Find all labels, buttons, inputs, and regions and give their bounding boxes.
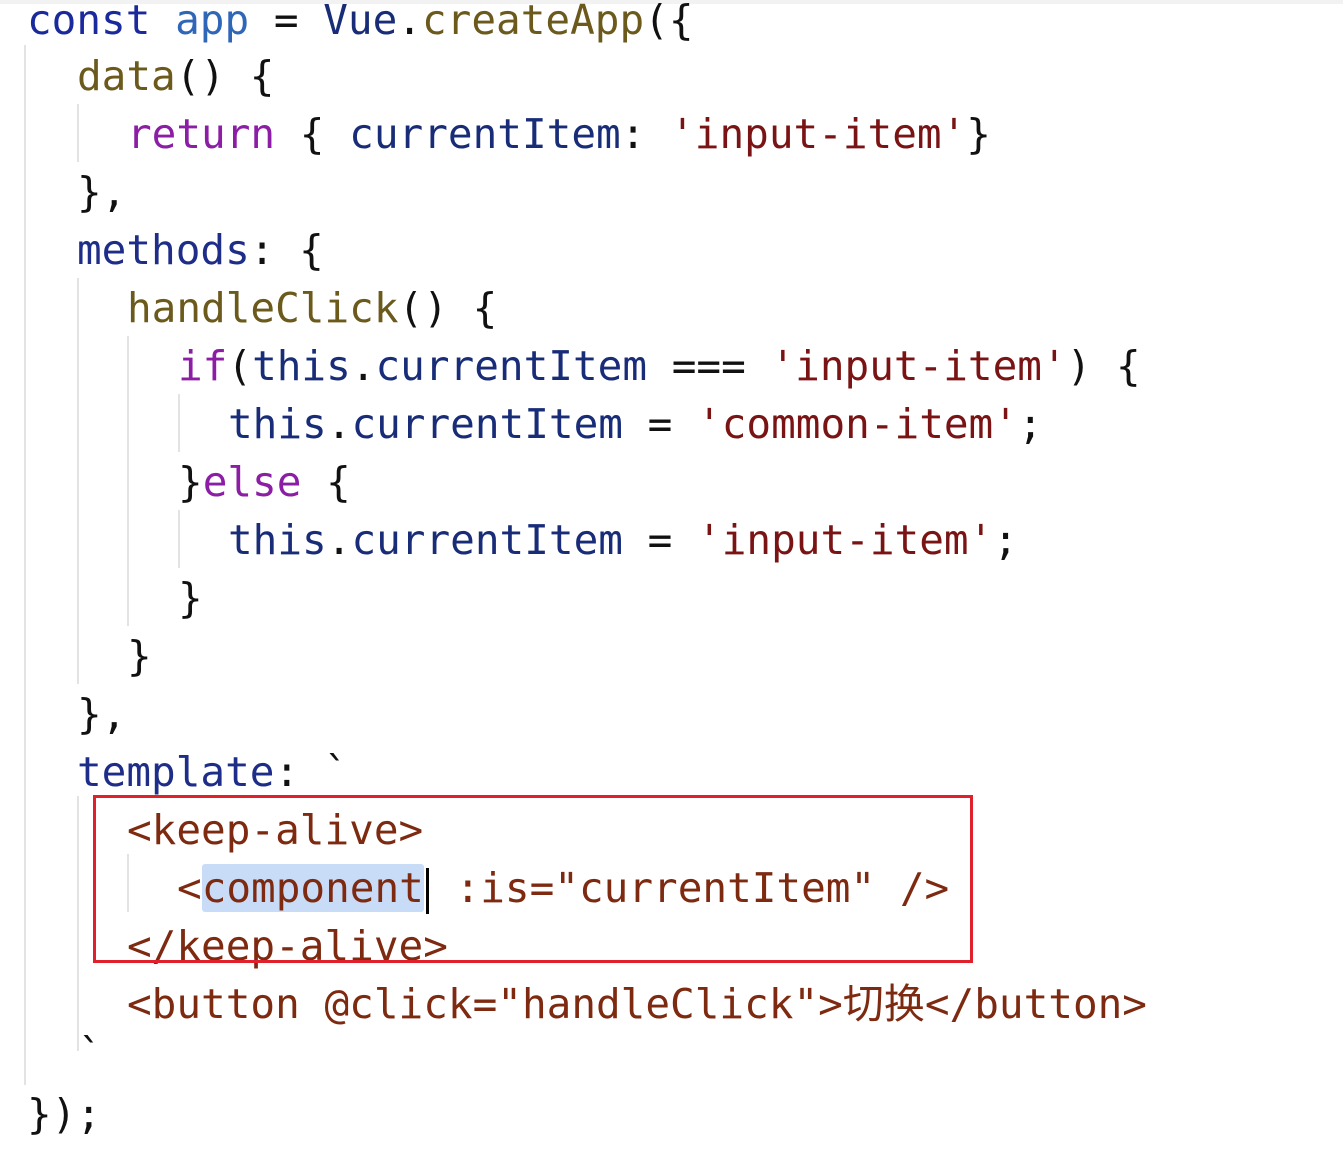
code-line-1[interactable]: const app = Vue.createApp({: [27, 0, 694, 49]
code-token: : {: [249, 226, 324, 274]
code-token: 'input-item': [670, 110, 967, 158]
code-token: }: [178, 458, 203, 506]
code-line-20[interactable]: });: [27, 1085, 101, 1143]
code-token: });: [27, 1090, 102, 1138]
code-token: .: [397, 0, 422, 44]
code-token: app: [175, 0, 250, 44]
code-token: `: [78, 1030, 103, 1078]
indent-guide: [77, 104, 79, 162]
code-token: ;: [1017, 400, 1043, 448]
code-token: ===: [647, 342, 771, 390]
code-token: if: [178, 342, 228, 390]
code-token: () {: [175, 52, 275, 100]
code-token: data: [77, 52, 176, 100]
code-token: createApp: [421, 0, 645, 44]
code-token: .: [326, 400, 352, 448]
code-token: {: [275, 110, 350, 158]
code-token: },: [77, 168, 127, 216]
indent-guide: [127, 336, 129, 626]
code-line-13[interactable]: },: [77, 685, 126, 743]
code-token: 'input-item': [697, 516, 994, 564]
code-line-12[interactable]: }: [127, 627, 152, 685]
indent-guide: [24, 45, 26, 1085]
code-line-4[interactable]: },: [77, 163, 126, 221]
code-token: {: [301, 458, 351, 506]
code-token: template: [77, 748, 275, 796]
code-editor[interactable]: const app = Vue.createApp({ data() { ret…: [0, 0, 1343, 1158]
code-line-5[interactable]: methods: {: [77, 221, 324, 279]
code-token: methods: [77, 226, 250, 274]
code-token: const: [27, 0, 151, 44]
code-token: () {: [398, 284, 498, 332]
code-line-19[interactable]: `: [78, 1025, 103, 1083]
code-token: ) {: [1066, 342, 1141, 390]
indent-guide: [178, 394, 180, 452]
code-token: }: [127, 632, 152, 680]
code-token: this: [228, 400, 327, 448]
code-token: 'input-item': [770, 342, 1067, 390]
code-token: Vue: [323, 0, 398, 44]
code-token: ;: [993, 516, 1018, 564]
code-token: this: [228, 516, 327, 564]
code-token: return: [127, 110, 276, 158]
indent-guide: [77, 278, 79, 684]
code-line-6[interactable]: handleClick() {: [127, 279, 497, 337]
code-token: this: [252, 342, 351, 390]
indent-guide: [77, 796, 79, 1051]
code-line-8[interactable]: this.currentItem = 'common-item';: [228, 395, 1043, 453]
code-token: },: [77, 690, 127, 738]
code-token: =: [622, 400, 698, 448]
code-token: currentItem: [375, 342, 648, 390]
code-line-10[interactable]: this.currentItem = 'input-item';: [228, 511, 1018, 569]
code-line-11[interactable]: }: [178, 569, 203, 627]
code-token: <button @click="handleClick">切换</button>: [127, 980, 1147, 1028]
code-line-3[interactable]: return { currentItem: 'input-item'}: [127, 105, 991, 163]
code-token: =: [249, 0, 324, 44]
code-line-9[interactable]: }else {: [178, 453, 351, 511]
code-line-2[interactable]: data() {: [77, 47, 275, 105]
code-token: currentItem: [351, 400, 623, 448]
indent-guide: [178, 510, 180, 568]
code-token: currentItem: [349, 110, 621, 158]
code-token: }: [178, 574, 203, 622]
code-token: ({: [644, 0, 694, 44]
code-token: handleClick: [127, 284, 399, 332]
code-line-7[interactable]: if(this.currentItem === 'input-item') {: [178, 337, 1141, 395]
code-token: =: [622, 516, 698, 564]
code-token: : `: [274, 748, 349, 796]
code-token: .: [326, 516, 352, 564]
code-token: :: [620, 110, 671, 158]
code-token: .: [350, 342, 376, 390]
keep-alive-highlight-box: [93, 795, 973, 963]
code-line-14[interactable]: template: `: [77, 743, 349, 801]
code-token: else: [202, 458, 302, 506]
code-token: }: [966, 110, 991, 158]
code-line-18[interactable]: <button @click="handleClick">切换</button>: [127, 975, 1147, 1033]
code-token: currentItem: [351, 516, 623, 564]
code-token: (: [227, 342, 253, 390]
code-token: 'common-item': [697, 400, 1018, 448]
